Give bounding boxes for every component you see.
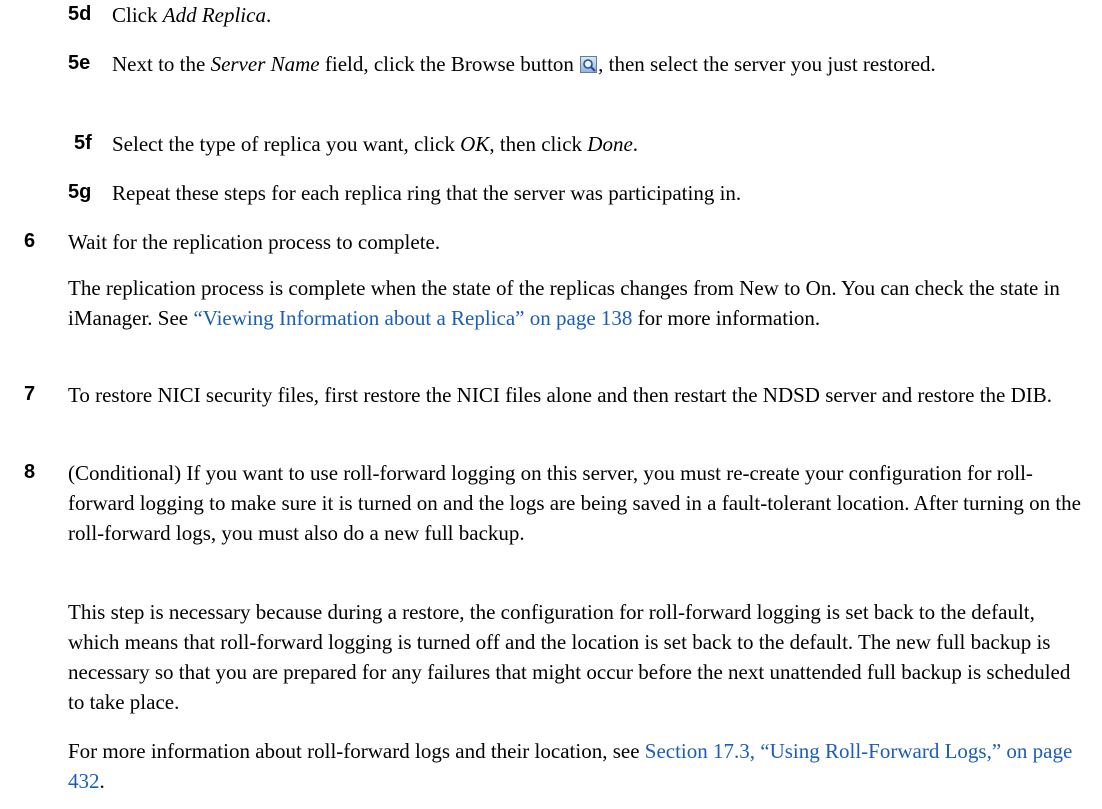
- replica-info-link[interactable]: “Viewing Information about a Replica” on…: [193, 306, 632, 330]
- step-5f-text: Select the type of replica you want, cli…: [112, 132, 639, 156]
- step-5e-text: Next to the Server Name field, click the…: [112, 52, 936, 76]
- step-7-text: To restore NICI security files, first re…: [68, 383, 1053, 407]
- step-6-text: Wait for the replication process to comp…: [68, 230, 441, 254]
- step-5g-text: Repeat these steps for each replica ring…: [112, 181, 742, 205]
- step-8-paragraph-1: This step is necessary because during a …: [68, 600, 1071, 714]
- step-8-text: (Conditional) If you want to use roll-fo…: [68, 461, 1081, 545]
- step-number-8: 8: [24, 461, 36, 483]
- step-number-6: 6: [24, 230, 36, 252]
- magnifier-browse-icon[interactable]: [580, 56, 598, 73]
- step-number-5d: 5d: [68, 3, 92, 25]
- step-number-5e: 5e: [68, 52, 91, 74]
- step-number-5f: 5f: [74, 132, 92, 154]
- step-8-paragraph-2: For more information about roll-forward …: [68, 739, 1073, 793]
- step-5d-text: Click Add Replica.: [112, 3, 272, 27]
- step-number-5g: 5g: [68, 181, 92, 203]
- step-6-paragraph: The replication process is complete when…: [68, 276, 1060, 330]
- step-number-7: 7: [24, 383, 36, 405]
